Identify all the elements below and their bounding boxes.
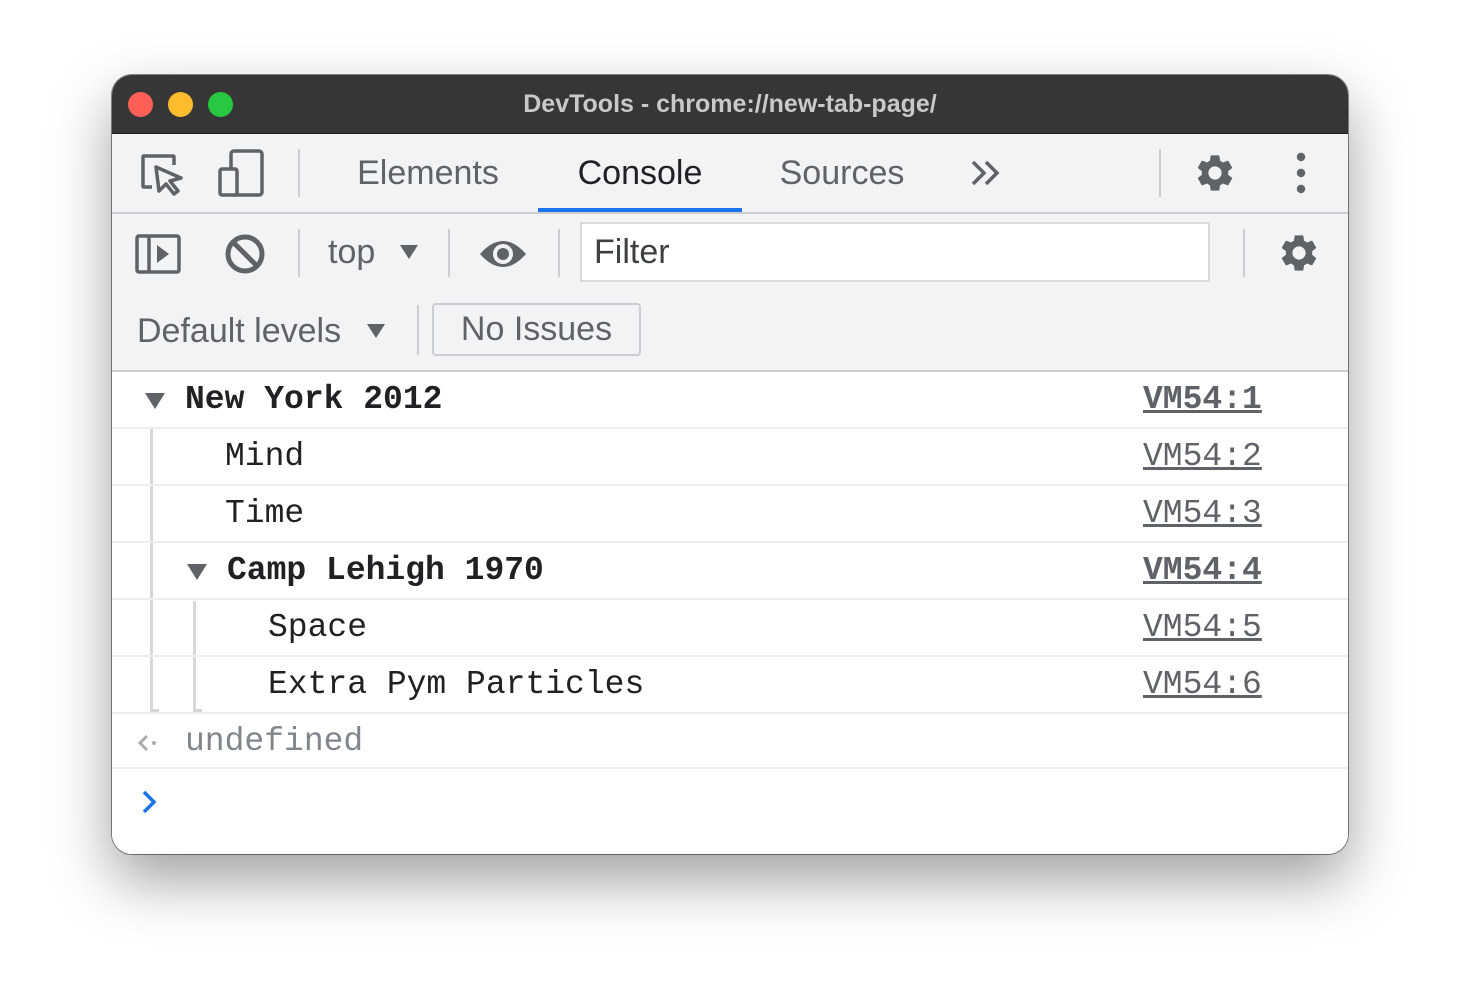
toolbar-divider (1243, 229, 1245, 277)
log-levels-dropdown[interactable]: Default levels (137, 312, 341, 351)
tab-sources[interactable]: Sources (762, 134, 922, 212)
sidebar-toggle-icon[interactable] (134, 233, 182, 275)
toolbar-divider (1159, 149, 1161, 197)
log-message: Space (268, 609, 368, 646)
result-value: undefined (185, 723, 364, 760)
log-message: Extra Pym Particles (268, 666, 645, 703)
eye-icon[interactable] (478, 237, 528, 271)
title-bar: DevTools - chrome://new-tab-page/ (112, 75, 1348, 134)
settings-icon[interactable] (1193, 151, 1237, 195)
tab-elements[interactable]: Elements (338, 134, 518, 212)
console-group-row[interactable]: Camp Lehigh 1970 VM54:4 (112, 543, 1348, 600)
console-log-row: Mind VM54:2 (112, 429, 1348, 486)
console-log-row: Extra Pym Particles VM54:6 (112, 657, 1348, 714)
log-message: Time (225, 495, 305, 532)
source-link[interactable]: VM54:1 (1143, 381, 1262, 418)
console-log-row: Space VM54:5 (112, 600, 1348, 657)
tab-bar: Elements Console Sources (112, 134, 1348, 214)
toolbar-divider (298, 229, 300, 277)
prompt-icon (142, 790, 157, 814)
source-link[interactable]: VM54:2 (1143, 438, 1262, 475)
log-message: Mind (225, 438, 305, 475)
group-label: New York 2012 (185, 381, 443, 418)
dropdown-caret-icon (400, 245, 418, 259)
expand-triangle-icon[interactable] (144, 392, 166, 410)
dropdown-caret-icon (367, 324, 385, 338)
source-link[interactable]: VM54:6 (1143, 666, 1262, 703)
console-prompt[interactable] (112, 769, 1348, 854)
devtools-window: DevTools - chrome://new-tab-page/ Elemen… (112, 75, 1348, 854)
console-output: New York 2012 VM54:1 Mind VM54:2 Time VM… (112, 372, 1348, 854)
filter-input[interactable] (580, 222, 1210, 282)
active-tab-indicator (538, 208, 742, 212)
clear-console-icon[interactable] (223, 232, 267, 276)
result-arrow-icon (137, 734, 156, 752)
console-result-row: undefined (112, 714, 1348, 769)
expand-triangle-icon[interactable] (186, 563, 208, 581)
toolbar-divider (417, 305, 419, 355)
source-link[interactable]: VM54:4 (1143, 552, 1262, 589)
console-toolbar: top (112, 214, 1348, 292)
source-link[interactable]: VM54:3 (1143, 495, 1262, 532)
source-link[interactable]: VM54:5 (1143, 609, 1262, 646)
inspect-element-icon[interactable] (140, 153, 184, 197)
window-title: DevTools - chrome://new-tab-page/ (523, 90, 937, 118)
device-toolbar-icon[interactable] (218, 148, 266, 198)
group-label: Camp Lehigh 1970 (227, 552, 544, 589)
toolbar-divider (448, 229, 450, 277)
console-group-row[interactable]: New York 2012 VM54:1 (112, 372, 1348, 429)
context-selector[interactable]: top (328, 233, 375, 272)
console-log-row: Time VM54:3 (112, 486, 1348, 543)
levels-toolbar: Default levels No Issues (112, 292, 1348, 372)
toolbar-divider (558, 229, 560, 277)
more-options-icon[interactable] (1292, 151, 1310, 195)
more-tabs-icon[interactable] (970, 158, 1002, 188)
console-settings-icon[interactable] (1277, 231, 1321, 275)
issues-button[interactable]: No Issues (432, 303, 641, 356)
tab-console[interactable]: Console (538, 134, 742, 212)
toolbar-divider (298, 149, 300, 197)
